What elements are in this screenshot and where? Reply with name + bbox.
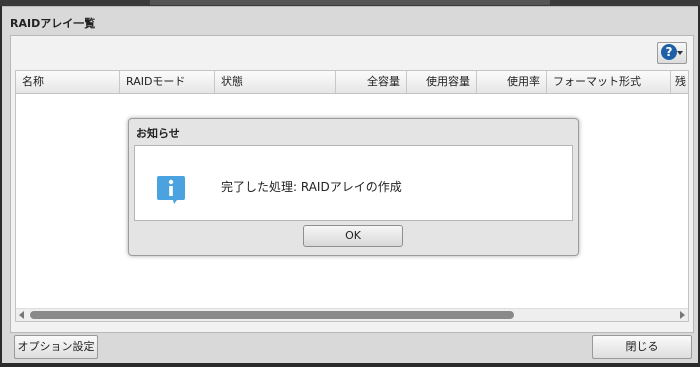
chevron-down-icon [677,51,683,55]
scroll-right-icon[interactable] [680,311,685,319]
top-tab [150,0,550,5]
column-header-name[interactable]: 名称 [16,71,120,93]
window-title: RAIDアレイ一覧 [10,17,96,30]
help-icon: ? [661,44,677,60]
column-header-status[interactable]: 状態 [215,71,336,93]
column-header-total-capacity[interactable]: 全容量 [336,71,407,93]
scroll-left-icon[interactable] [19,311,24,319]
column-header-used-capacity[interactable]: 使用容量 [407,71,477,93]
dialog-title: お知らせ [136,127,180,140]
dialog-message: 完了した処理: RAIDアレイの作成 [221,180,402,194]
options-button[interactable]: オプション設定 [14,335,98,359]
column-header-format[interactable]: フォーマット形式 [547,71,671,93]
column-header-remaining[interactable]: 残り [671,71,688,93]
close-button[interactable]: 閉じる [592,335,692,359]
info-icon [157,176,185,204]
column-header-usage-rate[interactable]: 使用率 [477,71,547,93]
help-button[interactable]: ? [657,42,687,64]
ok-button[interactable]: OK [303,225,403,247]
notice-dialog: お知らせ 完了した処理: RAIDアレイの作成 OK [128,118,579,256]
column-header-raid-mode[interactable]: RAIDモード [120,71,215,93]
table-header: 名称 RAIDモード 状態 全容量 使用容量 使用率 フォーマット形式 残り [16,71,688,94]
scrollbar-thumb[interactable] [30,311,514,319]
horizontal-scrollbar[interactable] [16,308,688,321]
dialog-body: 完了した処理: RAIDアレイの作成 [134,145,573,221]
